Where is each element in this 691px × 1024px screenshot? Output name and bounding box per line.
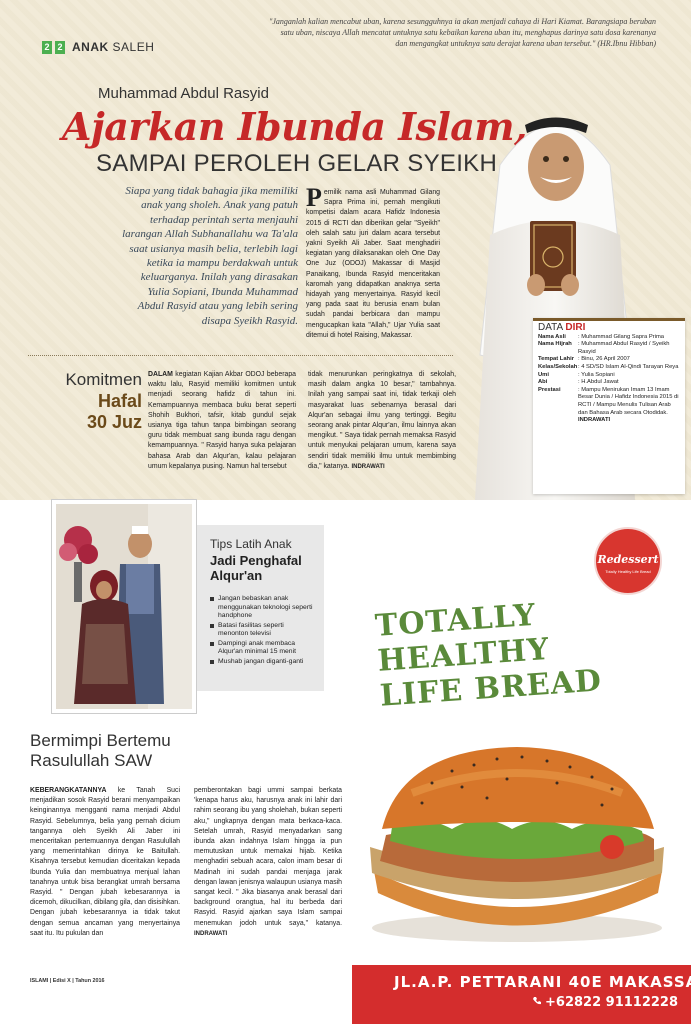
page-number-digit: 2: [42, 40, 52, 54]
article-column-1-text: emilik nama asli Muhammad Gilang Sapra P…: [306, 189, 440, 339]
komitmen-heading: Komitmen Hafal 30 Juz: [56, 370, 142, 433]
data-key: Kelas/Sekolah: [538, 363, 578, 370]
data-value: : Binu, 26 April 2007: [578, 356, 630, 363]
author-signature: INDRAWATI: [351, 463, 385, 470]
tips-box: Tips Latih Anak Jadi Penghafal Alqur'an …: [197, 525, 324, 691]
redessert-logo: Redessert Totally Healthy Life Bread: [594, 527, 662, 595]
story-column-2-text: pemberontakan bagi ummi sampai berkata '…: [194, 787, 342, 927]
data-diri-title-bold: DIRI: [565, 322, 586, 333]
family-photo-frame: [51, 499, 197, 714]
data-value: : Muhammad Gilang Sapra Prima: [578, 333, 665, 340]
ad-address: JL.A.P. PETTARANI 40E MAKASSAR: [394, 973, 691, 991]
article-column-2-text: kegiatan Kajian Akbar ODOJ beberapa wakt…: [148, 371, 296, 470]
drop-cap: P: [306, 183, 322, 212]
story-column-1: KEBERANGKATANNYA ke Tanah Suci menjadika…: [30, 786, 180, 939]
article-column-3-text: tidak menurunkan peringkatnya di sekolah…: [308, 371, 456, 470]
data-key: Umi: [538, 371, 549, 378]
tips-pretitle: Tips Latih Anak: [210, 537, 292, 551]
story-column-1-text: ke Tanah Suci menjadikan sosok Rasyid be…: [30, 787, 180, 937]
data-diri-row: Nama Asli : Muhammad Gilang Sapra Prima: [538, 334, 680, 342]
article-subhead: SAMPAI PEROLEH GELAR SYEIKH: [96, 150, 498, 177]
data-value: : 4 SD/SD Islam Al-Qindi Tarayan Reya: [578, 363, 679, 370]
data-diri-row: Abi : H.Abdul Jawat: [538, 379, 680, 387]
tips-list-item: Batasi fasilitas seperti menonton televi…: [210, 622, 314, 639]
data-diri-title: DATA DIRI: [538, 322, 680, 333]
article-column-2: DALAM kegiatan Kajian Akbar ODOJ beberap…: [148, 370, 296, 472]
tips-list-item: Mushab jangan diganti-ganti: [210, 658, 314, 667]
article-headline: Ajarkan Ibunda Islam,: [62, 104, 527, 149]
data-key: Prestasi: [538, 386, 561, 393]
story-lead-word: KEBERANGKATANNYA: [30, 787, 107, 794]
section-name: ANAK SALEH: [72, 40, 154, 54]
data-value: : Muhammad Abdul Rasyid / Syeikh Rasyid: [578, 341, 670, 355]
data-diri-signature: INDRAWATI: [578, 417, 611, 424]
section-name-bold: ANAK: [72, 40, 109, 54]
family-photo: [56, 504, 192, 709]
tips-list: Jangan bebaskan anak menggunakan teknolo…: [210, 595, 314, 666]
data-diri-row: Kelas/Sekolah: 4 SD/SD Islam Al-Qindi Ta…: [538, 364, 680, 372]
article-background: 2 2 ANAK SALEH "Janganlah kalian mencabu…: [0, 0, 691, 500]
komitmen-line-2: Hafal: [97, 391, 142, 411]
data-value: : Mampu Menirukan Imam 13 Imam Besar Dun…: [578, 387, 680, 425]
data-diri-title-light: DATA: [538, 322, 566, 333]
logo-tagline: Totally Healthy Life Bread: [605, 569, 651, 574]
ad-headline: TOTALLY HEALTHY LIFE BREAD: [374, 594, 603, 714]
section-tag: 2 2 ANAK SALEH: [42, 40, 154, 54]
data-diri-row: Tempat Lahir : Binu, 26 April 2007: [538, 356, 680, 364]
section-name-light: SALEH: [108, 40, 155, 54]
tips-list-item: Dampingi anak membaca Alqur'an minimal 1…: [210, 640, 314, 657]
article-column-3: tidak menurunkan peringkatnya di sekolah…: [308, 370, 456, 472]
tips-title: Jadi Penghafal Alqur'an: [210, 553, 302, 583]
data-diri-row: Nama Hijrah : Muhammad Abdul Rasyid / Sye…: [538, 341, 680, 356]
tips-list-item: Jangan bebaskan anak menggunakan teknolo…: [210, 595, 314, 621]
data-value: : Yulia Sopiani: [578, 371, 615, 378]
article-column-1: Pemilik nama asli Muhammad Gilang Sapra …: [306, 183, 440, 341]
ad-phone: +62822 91112228: [532, 995, 678, 1010]
story-signature: INDRAWATI: [194, 930, 228, 937]
data-key: Tempat Lahir: [538, 356, 574, 363]
data-value: : H.Abdul Jawat: [578, 379, 619, 386]
ad-contact-bar: JL.A.P. PETTARANI 40E MAKASSAR +62822 91…: [352, 965, 691, 1024]
article-author: Muhammad Abdul Rasyid: [98, 85, 269, 102]
komitmen-line-3: 30 Juz: [86, 412, 142, 432]
data-key: Nama Asli: [538, 333, 566, 340]
section-divider: [28, 355, 453, 356]
story-title: Bermimpi Bertemu Rasulullah SAW: [30, 731, 171, 770]
bread-advertisement: Redessert Totally Healthy Life Bread TOT…: [352, 505, 691, 1024]
komitmen-line-1: Komitmen: [65, 370, 142, 389]
hadith-quote: "Janganlah kalian mencabut uban, karena …: [268, 17, 656, 48]
phone-icon: [533, 997, 541, 1005]
sandwich-image: [370, 747, 664, 942]
story-column-2: pemberontakan bagi ummi sampai berkata '…: [194, 786, 342, 939]
article-lead: Siapa yang tidak bahagia jika memiliki a…: [122, 185, 298, 327]
data-diri-row: Prestasi : Mampu Menirukan Imam 13 Imam B…: [538, 387, 680, 425]
data-key: Abi: [538, 379, 548, 386]
data-key: Nama Hijrah: [538, 341, 572, 348]
family-photo-image: [56, 504, 192, 709]
page-footer: ISLAMI | Edisi X | Tahun 2016: [30, 978, 105, 984]
page-number-digit: 2: [55, 40, 65, 54]
data-diri-box: DATA DIRI Nama Asli : Muhammad Gilang Sap…: [533, 318, 685, 494]
data-value-text: : Mampu Menirukan Imam 13 Imam Besar Dun…: [578, 386, 679, 416]
data-diri-row: Umi : Yulia Sopiani: [538, 372, 680, 380]
column-2-lead-word: DALAM: [148, 371, 173, 378]
logo-wordmark: Redessert: [597, 553, 659, 566]
ad-phone-number: +62822 91112228: [545, 995, 679, 1010]
